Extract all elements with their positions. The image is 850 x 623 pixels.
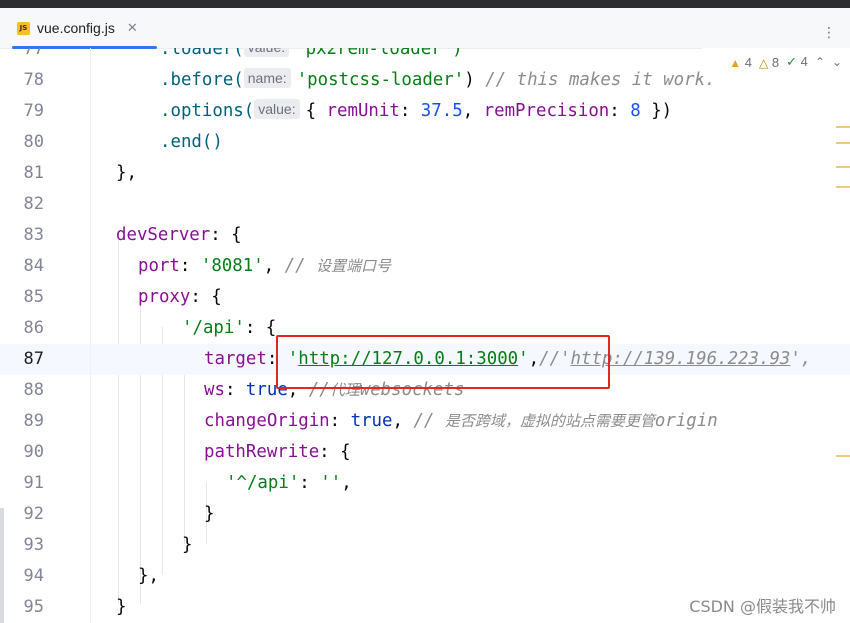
line-number: 89 xyxy=(23,411,44,431)
watermark: CSDN @假装我不帅 xyxy=(689,597,836,616)
inspection-widget[interactable]: ▲ 4 △ 8 ✓ 4 ⌃ ⌄ xyxy=(702,48,850,76)
code-line: 94 }, xyxy=(0,561,850,592)
line-number: 91 xyxy=(23,473,44,493)
code-line: 82 xyxy=(0,189,850,220)
line-number: 88 xyxy=(23,380,44,400)
warning-triangle-icon: ▲ xyxy=(729,55,742,70)
warning-marker[interactable] xyxy=(836,186,850,188)
line-number: 83 xyxy=(23,225,44,245)
code-text: } xyxy=(116,597,127,617)
code-text: .options(value:{ remUnit: 37.5, remPreci… xyxy=(160,99,673,121)
code-text: '/api': { xyxy=(182,318,277,338)
line-number: 82 xyxy=(23,194,44,214)
line-number: 86 xyxy=(23,318,44,338)
line-number: 78 xyxy=(23,70,44,90)
warnings-group-a[interactable]: ▲ 4 xyxy=(729,55,752,70)
line-number: 95 xyxy=(23,597,44,617)
line-number: 84 xyxy=(23,256,44,276)
code-text: .loader(value:'px2rem-loader') xyxy=(160,48,463,65)
check-icon: ✓ xyxy=(786,54,798,69)
window-top-strip xyxy=(0,0,850,8)
code-text: }, xyxy=(138,566,159,586)
line-number: 85 xyxy=(23,287,44,307)
chevron-up-icon[interactable]: ⌃ xyxy=(815,55,825,69)
close-tab-icon[interactable]: ✕ xyxy=(127,21,138,36)
code-text: port: '8081', // 设置端口号 xyxy=(138,256,392,276)
warning-marker[interactable] xyxy=(836,166,850,168)
code-text: devServer: { xyxy=(116,225,242,245)
line-number: 87 xyxy=(23,349,44,369)
parameter-hint: name: xyxy=(243,68,291,88)
highlight-box xyxy=(276,335,610,389)
code-text: } xyxy=(182,535,193,555)
chevron-down-icon[interactable]: ⌄ xyxy=(832,55,842,69)
code-line: 80 .end() xyxy=(0,127,850,158)
line-number: 90 xyxy=(23,442,44,462)
code-line: 81 }, xyxy=(0,158,850,189)
tab-label: vue.config.js xyxy=(37,20,115,36)
code-line: 93 } xyxy=(0,530,850,561)
editor-tab-bar: JS vue.config.js ✕ ⋮ xyxy=(0,8,850,49)
code-text: pathRewrite: { xyxy=(204,442,351,462)
line-number: 93 xyxy=(23,535,44,555)
line-number: 94 xyxy=(23,566,44,586)
code-line: 83 devServer: { xyxy=(0,220,850,251)
code-text: changeOrigin: true, // 是否跨域，虚拟的站点需要更管ori… xyxy=(204,411,718,431)
warnings-group-b[interactable]: △ 8 xyxy=(759,55,779,70)
line-number: 80 xyxy=(23,132,44,152)
tab-vue-config[interactable]: JS vue.config.js ✕ xyxy=(8,8,157,49)
code-text: .end() xyxy=(160,132,223,152)
code-line: 85 proxy: { xyxy=(0,282,850,313)
gutter-separator xyxy=(90,48,91,623)
warning-marker[interactable] xyxy=(836,455,850,457)
left-edge-strip xyxy=(0,508,4,623)
code-text: '^/api': '', xyxy=(226,473,352,493)
line-number: 77 xyxy=(23,48,44,59)
code-text: proxy: { xyxy=(138,287,222,307)
line-number: 81 xyxy=(23,163,44,183)
code-line: 91 '^/api': '', xyxy=(0,468,850,499)
code-text: } xyxy=(204,504,215,524)
parameter-hint: value: xyxy=(254,99,300,119)
weak-warning-triangle-icon: △ xyxy=(759,55,769,70)
code-text: .before(name:'postcss-loader') // this m… xyxy=(160,68,716,90)
line-number: 92 xyxy=(23,504,44,524)
code-line: 79 .options(value:{ remUnit: 37.5, remPr… xyxy=(0,96,850,127)
warning-marker[interactable] xyxy=(836,142,850,144)
parameter-hint: value: xyxy=(243,48,290,57)
code-line: 92 } xyxy=(0,499,850,530)
typos-group[interactable]: ✓ 4 xyxy=(786,54,808,70)
code-line: 89 changeOrigin: true, // 是否跨域，虚拟的站点需要更管… xyxy=(0,406,850,437)
code-text: }, xyxy=(116,163,137,183)
code-line: 84 port: '8081', // 设置端口号 xyxy=(0,251,850,282)
code-line: 90 pathRewrite: { xyxy=(0,437,850,468)
line-number: 79 xyxy=(23,101,44,121)
warning-marker[interactable] xyxy=(836,126,850,128)
more-options-icon[interactable]: ⋮ xyxy=(822,25,836,41)
javascript-file-icon: JS xyxy=(17,21,30,35)
